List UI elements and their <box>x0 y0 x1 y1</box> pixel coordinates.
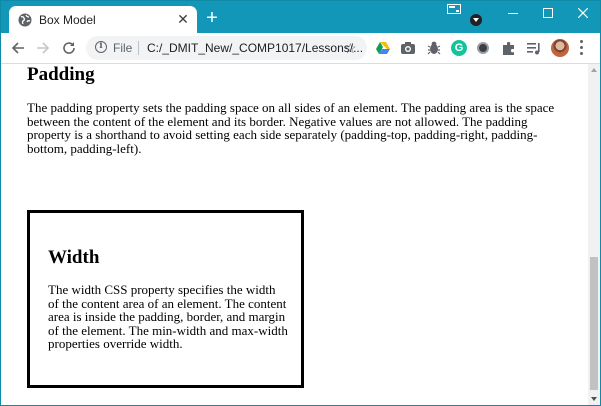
width-box: Width The width CSS property specifies t… <box>27 210 304 388</box>
scroll-up-arrow-icon[interactable] <box>591 68 597 72</box>
camera-icon[interactable] <box>400 40 416 56</box>
star-icon[interactable]: ☆ <box>344 40 357 56</box>
google-drive-icon[interactable] <box>375 40 391 56</box>
more-vert-icon[interactable] <box>580 40 584 56</box>
media-control-icon[interactable] <box>526 40 542 56</box>
maximize-icon[interactable] <box>530 1 566 27</box>
browser-toolbar: i File C:/_DMIT_New/_COMP1017/Lessons/..… <box>1 33 600 64</box>
globe-icon <box>18 13 32 27</box>
scrollbar-thumb[interactable] <box>590 257 598 390</box>
tab-box-model[interactable]: Box Model ✕ <box>9 6 197 33</box>
padding-paragraph: The padding property sets the padding sp… <box>27 100 555 156</box>
tab-title: Box Model <box>39 13 96 27</box>
padding-heading: Padding <box>27 64 95 85</box>
browser-window: Box Model ✕ + i File C:/_DMIT_New/_COMP1… <box>0 0 601 406</box>
bug-icon[interactable] <box>426 40 442 56</box>
plus-icon[interactable]: + <box>204 8 220 28</box>
puzzle-icon[interactable] <box>501 40 517 56</box>
omnibox-separator <box>138 41 139 55</box>
grammarly-icon[interactable]: G <box>451 40 467 56</box>
close-icon[interactable]: ✕ <box>176 12 190 26</box>
minimize-icon[interactable] <box>495 1 531 27</box>
forward-arrow-icon[interactable] <box>36 41 50 55</box>
page-content: Padding The padding property sets the pa… <box>1 64 588 405</box>
tab-search-icon[interactable] <box>470 14 482 26</box>
scheme-label: File <box>113 41 133 55</box>
tab-strip: Box Model ✕ + <box>1 1 600 33</box>
info-icon[interactable]: i <box>95 41 107 53</box>
url-text[interactable]: C:/_DMIT_New/_COMP1017/Lessons/... <box>147 41 363 55</box>
scroll-down-arrow-icon[interactable] <box>591 397 597 401</box>
width-paragraph: The width CSS property specifies the wid… <box>48 282 288 351</box>
back-arrow-icon[interactable] <box>11 41 25 55</box>
profile-window-icon[interactable] <box>447 4 461 16</box>
avatar[interactable] <box>551 39 569 57</box>
window-close-icon[interactable] <box>565 1 600 27</box>
vertical-scrollbar[interactable] <box>588 64 600 405</box>
page-viewport: Padding The padding property sets the pa… <box>1 64 600 405</box>
reload-icon[interactable] <box>62 41 76 55</box>
address-bar[interactable]: i File C:/_DMIT_New/_COMP1017/Lessons/..… <box>86 36 367 60</box>
width-heading: Width <box>48 247 100 268</box>
circle-icon[interactable] <box>477 42 489 54</box>
